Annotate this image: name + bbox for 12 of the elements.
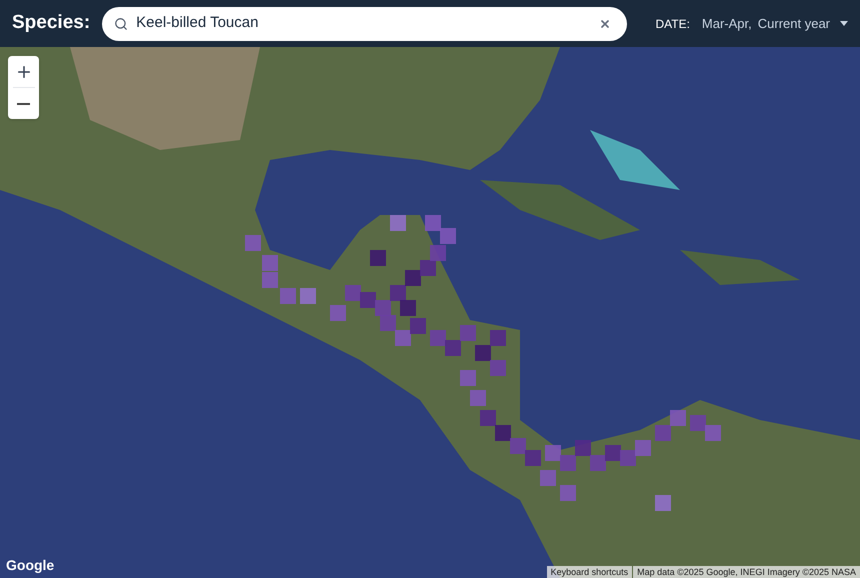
search-input[interactable]: Keel-billed Toucan [136, 12, 588, 35]
species-label: Species: [12, 11, 90, 36]
keyboard-shortcuts-link[interactable]: Keyboard shortcuts [546, 566, 632, 578]
google-logo: Google [6, 556, 54, 575]
search-field[interactable]: Keel-billed Toucan [102, 6, 628, 40]
date-label: DATE: [655, 16, 690, 32]
search-icon [114, 16, 128, 30]
minus-icon [17, 102, 30, 104]
close-icon [599, 18, 612, 30]
attribution-text: Map data ©2025 Google, INEGI Imagery ©2025 NASA [633, 566, 860, 578]
caret-icon [840, 21, 848, 26]
date-dropdown[interactable]: Mar-Apr, Current year [702, 14, 848, 34]
